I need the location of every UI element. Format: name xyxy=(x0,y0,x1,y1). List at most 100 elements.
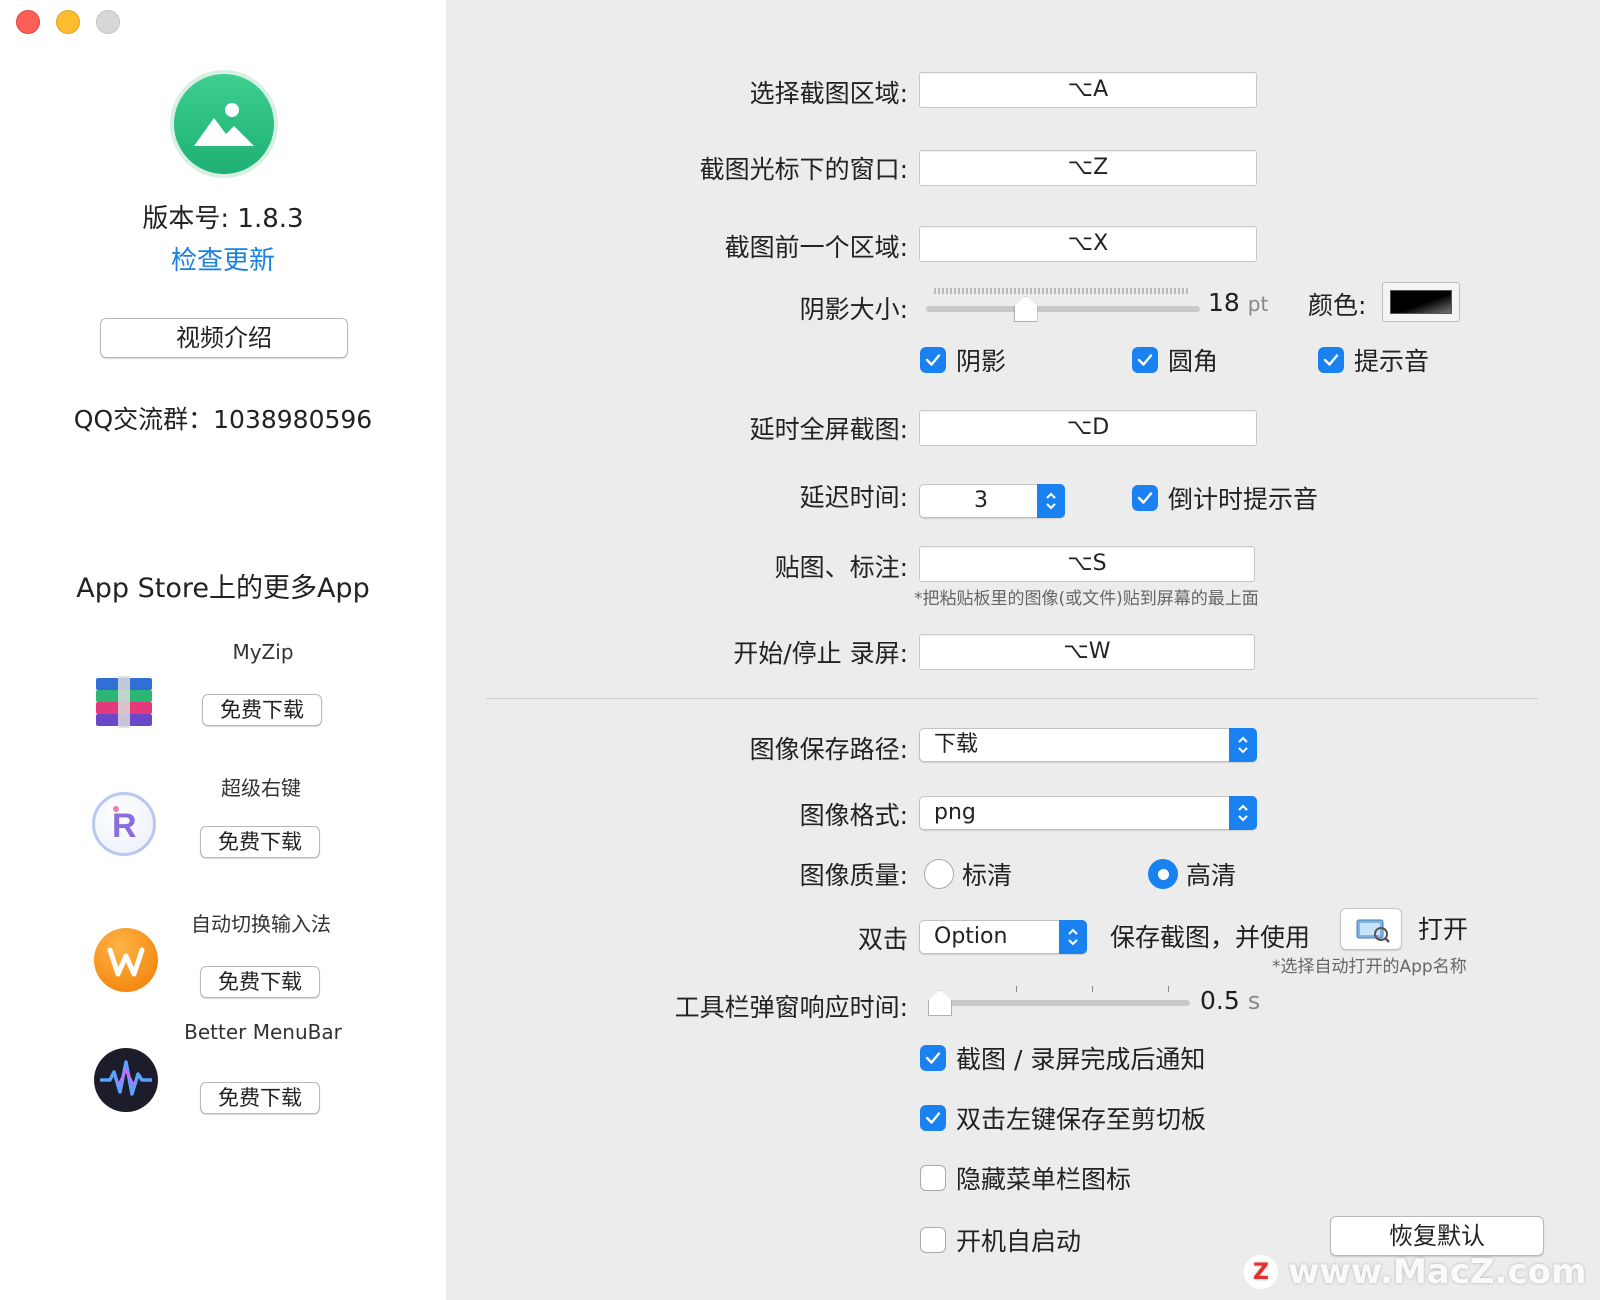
app-icon xyxy=(170,70,278,178)
toolbar-delay-value: 0.5 s xyxy=(1200,986,1260,1015)
download-button-myzip[interactable]: 免费下载 xyxy=(202,694,322,726)
delay-time-stepper[interactable]: 3 xyxy=(919,484,1065,518)
checkbox-check-icon xyxy=(920,347,946,373)
countdown-sound-checkbox[interactable]: 倒计时提示音 xyxy=(1132,480,1318,516)
delayed-fullscreen-shortcut-field[interactable]: ⌥D xyxy=(919,410,1257,446)
previous-area-label: 截图前一个区域: xyxy=(724,233,908,262)
watermark: Z www.MacZ.com xyxy=(1244,1252,1586,1292)
image-format-value: png xyxy=(934,800,976,825)
checkbox-empty-icon xyxy=(920,1227,946,1253)
quality-high-radio[interactable]: 高清 xyxy=(1148,856,1236,892)
minimize-window-button[interactable] xyxy=(56,10,80,34)
toolbar-delay-number: 0.5 xyxy=(1200,986,1240,1015)
quality-standard-radio[interactable]: 标清 xyxy=(924,856,1012,892)
slider-tick xyxy=(1016,986,1017,992)
delay-time-value: 3 xyxy=(974,488,988,513)
double-click-clipboard-label: 双击左键保存至剪切板 xyxy=(956,1105,1207,1134)
download-button-super-right-click[interactable]: 免费下载 xyxy=(200,826,320,858)
color-label: 颜色: xyxy=(1308,291,1367,320)
pin-annotate-note: *把粘贴板里的图像(或文件)贴到屏幕的最上面 xyxy=(914,589,1259,609)
restore-defaults-button[interactable]: 恢复默认 xyxy=(1330,1216,1544,1256)
settings-panel: 选择截图区域: ⌥A 截图光标下的窗口: ⌥Z 截图前一个区域: ⌥X 阴影大小… xyxy=(446,0,1600,1300)
toolbar-delay-track xyxy=(928,1000,1190,1006)
image-quality-label: 图像质量: xyxy=(799,861,908,890)
double-click-clipboard-checkbox[interactable]: 双击左键保存至剪切板 xyxy=(920,1100,1206,1136)
double-click-modifier-value: Option xyxy=(934,924,1008,949)
record-shortcut-field[interactable]: ⌥W xyxy=(919,634,1255,670)
shadow-checkbox-label: 阴影 xyxy=(956,347,1007,376)
open-app-note: *选择自动打开的App名称 xyxy=(1272,957,1467,977)
slider-tick xyxy=(1092,986,1093,992)
record-label: 开始/停止 录屏: xyxy=(733,639,908,668)
qq-group-label: QQ交流群：1038980596 xyxy=(73,405,373,434)
radio-on-icon xyxy=(1148,859,1178,889)
myzip-icon xyxy=(92,670,156,734)
macz-logo-icon: Z xyxy=(1244,1255,1278,1289)
save-path-value: 下载 xyxy=(934,732,979,757)
pin-annotate-label: 贴图、标注: xyxy=(774,553,908,582)
checkbox-check-icon xyxy=(1132,347,1158,373)
shadow-color-well[interactable] xyxy=(1382,282,1460,322)
save-path-label: 图像保存路径: xyxy=(749,735,908,764)
open-app-picker-button[interactable] xyxy=(1340,908,1402,950)
shadow-size-unit: pt xyxy=(1247,292,1269,316)
preview-app-icon xyxy=(1356,919,1390,943)
download-button-better-menubar[interactable]: 免费下载 xyxy=(200,1082,320,1114)
select-area-shortcut-field[interactable]: ⌥A xyxy=(919,72,1257,108)
checkbox-check-icon xyxy=(920,1045,946,1071)
sound-checkbox[interactable]: 提示音 xyxy=(1318,342,1429,378)
rounded-corner-checkbox-label: 圆角 xyxy=(1168,347,1219,376)
stepper-arrows-icon[interactable] xyxy=(1037,484,1065,518)
launch-at-login-checkbox[interactable]: 开机自启动 xyxy=(920,1222,1081,1258)
svg-text:R: R xyxy=(112,807,137,845)
download-button-input-switch[interactable]: 免费下载 xyxy=(200,966,320,998)
slider-ticks xyxy=(934,288,1188,294)
select-area-label: 选择截图区域: xyxy=(749,79,908,108)
rounded-corner-checkbox[interactable]: 圆角 xyxy=(1132,342,1218,378)
save-path-popup[interactable]: 下载 xyxy=(919,728,1257,762)
shadow-checkbox[interactable]: 阴影 xyxy=(920,342,1006,378)
app-name-super-right-click: 超级右键 xyxy=(221,776,301,800)
toolbar-delay-label: 工具栏弹窗响应时间: xyxy=(674,993,908,1022)
hide-menubar-icon-checkbox[interactable]: 隐藏菜单栏图标 xyxy=(920,1160,1131,1196)
popup-arrows-icon xyxy=(1229,796,1257,830)
more-apps-title: App Store上的更多App xyxy=(76,573,370,604)
better-menubar-icon xyxy=(94,1048,158,1112)
double-click-description: 保存截图，并使用 xyxy=(1110,923,1311,952)
shadow-size-label: 阴影大小: xyxy=(799,295,908,324)
delayed-fullscreen-label: 延时全屏截图: xyxy=(749,415,908,444)
pin-annotate-shortcut-field[interactable]: ⌥S xyxy=(919,546,1255,582)
radio-off-icon xyxy=(924,859,954,889)
section-divider xyxy=(486,698,1538,699)
shadow-size-knob[interactable] xyxy=(1013,296,1038,322)
watermark-text: www.MacZ.com xyxy=(1288,1252,1587,1292)
delay-time-label: 延迟时间: xyxy=(799,483,908,512)
input-switch-icon xyxy=(94,928,158,992)
shadow-size-value: 18 pt xyxy=(1208,288,1268,317)
close-window-button[interactable] xyxy=(16,10,40,34)
popup-arrows-icon xyxy=(1059,920,1087,954)
checkbox-check-icon xyxy=(920,1105,946,1131)
shadow-size-slider[interactable] xyxy=(926,288,1200,322)
toolbar-delay-slider[interactable] xyxy=(928,982,1190,1016)
hide-menubar-icon-label: 隐藏菜单栏图标 xyxy=(956,1165,1132,1194)
checkbox-check-icon xyxy=(1132,485,1158,511)
countdown-sound-label: 倒计时提示音 xyxy=(1168,485,1319,514)
double-click-modifier-popup[interactable]: Option xyxy=(919,920,1087,954)
toolbar-delay-knob[interactable] xyxy=(928,990,952,1016)
toolbar-delay-unit: s xyxy=(1247,987,1261,1015)
previous-area-shortcut-field[interactable]: ⌥X xyxy=(919,226,1257,262)
image-format-popup[interactable]: png xyxy=(919,796,1257,830)
notify-after-capture-checkbox[interactable]: 截图 / 录屏完成后通知 xyxy=(920,1040,1205,1076)
double-click-label: 双击 xyxy=(857,925,908,954)
slider-tick xyxy=(1168,986,1169,992)
check-update-link[interactable]: 检查更新 xyxy=(0,240,446,277)
popup-arrows-icon xyxy=(1229,728,1257,762)
window-under-cursor-shortcut-field[interactable]: ⌥Z xyxy=(919,150,1257,186)
about-sidebar: 版本号: 1.8.3 检查更新 视频介绍 QQ交流群：1038980596 Ap… xyxy=(0,0,446,1300)
zoom-window-button[interactable] xyxy=(96,10,120,34)
color-swatch xyxy=(1390,290,1452,314)
version-label: 版本号: 1.8.3 xyxy=(142,204,304,234)
launch-at-login-label: 开机自启动 xyxy=(956,1227,1082,1256)
video-intro-button[interactable]: 视频介绍 xyxy=(100,318,348,358)
